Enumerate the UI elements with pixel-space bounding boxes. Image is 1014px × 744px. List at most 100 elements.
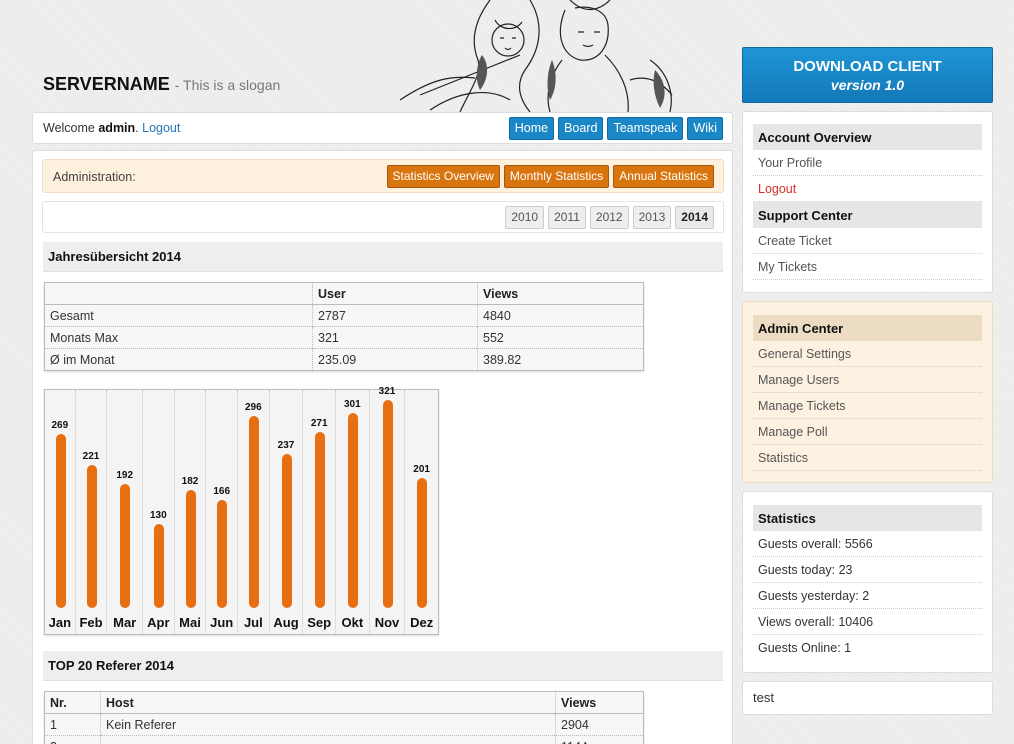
admin-buttons: Statistics Overview Monthly Statistics A… (386, 165, 714, 188)
chart-month-label: Jan (48, 615, 72, 630)
table-header: Host (100, 691, 556, 714)
statistics-heading: Statistics (753, 505, 982, 531)
test-panel: test (742, 681, 993, 715)
chart-bar (417, 478, 428, 608)
table-row: Monats Max 321 552 (44, 326, 644, 349)
welcome-prefix: Welcome (43, 121, 95, 135)
download-client-button[interactable]: DOWNLOAD CLIENT version 1.0 (742, 47, 993, 103)
header-artwork-image (399, 0, 673, 112)
my-tickets-link[interactable]: My Tickets (753, 254, 982, 280)
main-nav: Home Board Teamspeak Wiki (508, 117, 723, 140)
chart-column: 182 Mai (175, 390, 207, 634)
chart-month-label: Feb (79, 615, 103, 630)
chart-month-label: Apr (147, 615, 170, 630)
general-settings-link[interactable]: General Settings (753, 341, 982, 367)
table-cell: 2904 (555, 713, 644, 736)
chart-column: 201 Dez (405, 390, 438, 634)
chart-bar (154, 524, 164, 608)
support-center-heading: Support Center (753, 202, 982, 228)
annual-overview-heading: Jahresübersicht 2014 (43, 242, 723, 272)
monthly-statistics-button[interactable]: Monthly Statistics (503, 165, 610, 188)
chart-value-label: 201 (413, 464, 430, 475)
site-slogan: - This is a slogan (174, 77, 281, 93)
chart-value-label: 301 (344, 399, 361, 410)
manage-tickets-link[interactable]: Manage Tickets (753, 393, 982, 419)
chart-value-label: 182 (181, 476, 199, 487)
chart-column: 166 Jun (206, 390, 239, 634)
chart-bar (185, 490, 196, 608)
year-2012-button[interactable]: 2012 (589, 206, 629, 229)
annual-statistics-button[interactable]: Annual Statistics (613, 165, 714, 188)
chart-column: 269 Jan (45, 390, 76, 634)
annual-overview-table: User Views Gesamt 2787 4840 Monats Max 3… (44, 282, 644, 371)
chart-value-label: 192 (116, 470, 134, 481)
admin-center-panel: Admin Center General Settings Manage Use… (742, 301, 993, 483)
welcome-bar: Welcome admin. Logout Home Board Teamspe… (32, 112, 733, 144)
chart-column: 221 Feb (76, 390, 108, 634)
welcome-username: admin (98, 121, 136, 135)
table-header: Views (477, 282, 644, 305)
chart-column: 296 Jul (238, 390, 270, 634)
statistics-overview-button[interactable]: Statistics Overview (386, 165, 500, 188)
chart-month-label: Sep (307, 615, 332, 630)
chart-bar (348, 413, 359, 608)
nav-home-button[interactable]: Home (508, 117, 555, 140)
table-cell (100, 735, 556, 744)
table-cell: Gesamt (44, 304, 313, 327)
stat-views-overall: Views overall: 10406 (753, 609, 982, 635)
chart-bar (86, 465, 97, 608)
stat-guests-online: Guests Online: 1 (758, 641, 852, 655)
chart-month-label: Nov (374, 615, 400, 630)
chart-column: 130 Apr (143, 390, 175, 634)
your-profile-link[interactable]: Your Profile (753, 150, 982, 176)
admin-center-heading: Admin Center (753, 315, 982, 341)
statistics-link[interactable]: Statistics (753, 445, 982, 471)
header: SERVERNAME - This is a slogan (0, 0, 735, 112)
table-cell: 1 (44, 713, 101, 736)
account-overview-heading: Account Overview (753, 124, 982, 150)
chart-value-label: 166 (213, 486, 231, 497)
chart-column: 321 Nov (370, 386, 406, 634)
nav-teamspeak-button[interactable]: Teamspeak (607, 117, 684, 140)
site-name: SERVERNAME (43, 74, 170, 94)
chart-column: 237 Aug (270, 390, 304, 634)
chart-column: 301 Okt (336, 390, 370, 634)
manage-poll-link[interactable]: Manage Poll (753, 419, 982, 445)
manage-users-link[interactable]: Manage Users (753, 367, 982, 393)
welcome-text: Welcome admin. Logout (43, 121, 181, 135)
chart-bar (249, 416, 260, 608)
table-header-row: Nr. Host Views (44, 691, 644, 714)
year-2010-button[interactable]: 2010 (505, 206, 545, 229)
stat-guests-overall: Guests overall: 5566 (753, 531, 982, 557)
chart-value-label: 321 (378, 386, 396, 397)
header-logout-link[interactable]: Logout (142, 121, 180, 135)
chart-value-label: 221 (82, 451, 100, 462)
table-header-row: User Views (44, 282, 644, 305)
chart-value-label: 296 (245, 402, 262, 413)
chart-month-label: Dez (410, 615, 434, 630)
year-2014-button[interactable]: 2014 (675, 206, 714, 229)
nav-board-button[interactable]: Board (558, 117, 604, 140)
referer-heading: TOP 20 Referer 2014 (43, 651, 723, 681)
statistics-panel: Statistics Guests overall: 5566 Guests t… (742, 491, 993, 673)
chart-bar (120, 484, 131, 608)
chart-column: 192 Mar (107, 390, 143, 634)
chart-bar (382, 400, 393, 608)
chart-month-label: Mai (179, 615, 201, 630)
year-2011-button[interactable]: 2011 (548, 206, 586, 229)
year-2013-button[interactable]: 2013 (632, 206, 672, 229)
chart-value-label: 271 (310, 418, 328, 429)
table-cell: Monats Max (44, 326, 313, 349)
chart-month-label: Jul (243, 615, 263, 630)
download-client-version: version 1.0 (830, 77, 905, 93)
nav-wiki-button[interactable]: Wiki (687, 117, 723, 140)
sidebar-logout-link[interactable]: Logout (753, 176, 982, 202)
referer-table: Nr. Host Views 1 Kein Referer 2904 2 114… (44, 691, 644, 744)
account-panel: Account Overview Your Profile Logout Sup… (742, 111, 993, 293)
chart-value-label: 130 (149, 510, 167, 521)
create-ticket-link[interactable]: Create Ticket (753, 228, 982, 254)
monthly-users-bar-chart: 269 Jan 221 Feb 192 Mar 130 Apr 182 Mai 166 Jun 296 J… (44, 386, 439, 635)
admin-bar: Administration: Statistics Overview Mont… (42, 159, 724, 193)
chart-value-label: 237 (277, 440, 295, 451)
table-cell: 4840 (477, 304, 644, 327)
